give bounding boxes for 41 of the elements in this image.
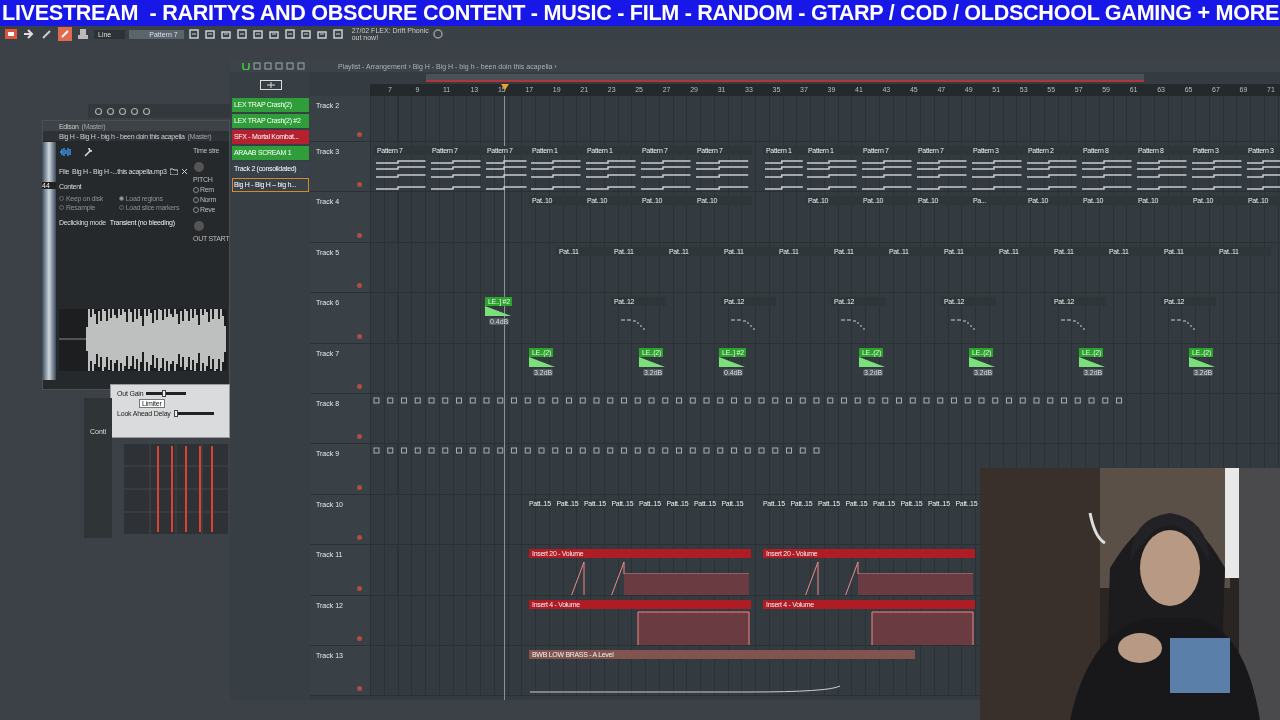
audio-waveform-drawing xyxy=(859,356,885,369)
track-dot-icon[interactable] xyxy=(357,535,362,541)
track-dot-icon[interactable] xyxy=(357,232,362,238)
note-pattern-drawing xyxy=(1169,318,1197,331)
stamp-icon[interactable] xyxy=(76,27,90,41)
note-pattern-drawing xyxy=(729,318,757,331)
track-dot-icon[interactable] xyxy=(357,383,362,389)
slider-thumb[interactable] xyxy=(173,410,178,417)
record-icon[interactable] xyxy=(4,27,18,41)
arrow-icon[interactable] xyxy=(22,27,36,41)
track-dot-icon[interactable] xyxy=(357,585,362,591)
track-dot-icon[interactable] xyxy=(357,132,362,137)
track-dot-icon[interactable] xyxy=(357,333,362,339)
track-dot-icon[interactable] xyxy=(357,182,362,188)
note-pattern-drawing xyxy=(839,318,867,331)
track-dot-icon[interactable] xyxy=(357,484,362,490)
close-icon[interactable] xyxy=(180,168,188,175)
audio-waveform-drawing xyxy=(1189,356,1215,369)
folder-icon[interactable] xyxy=(169,168,178,175)
waveform-icon[interactable] xyxy=(59,147,73,157)
audio-waveform-drawing xyxy=(485,306,511,319)
note-pattern-drawing xyxy=(619,318,647,331)
slider-thumb[interactable] xyxy=(162,390,167,397)
checkbox[interactable] xyxy=(118,196,124,201)
track-dot-icon[interactable] xyxy=(357,283,362,289)
stream-banner: LIVESTREAM - RARITYS AND OBSCURE CONTENT - MUSIC - FILM - RANDOM - GTARP / COD / OLDSCHOOL GAMING + MORE xyxy=(0,0,1280,26)
track-dot-icon[interactable] xyxy=(357,686,362,692)
link-icon[interactable] xyxy=(58,27,72,41)
audio-waveform-drawing xyxy=(719,356,745,369)
audio-waveform-drawing xyxy=(529,356,555,369)
track-dot-icon[interactable] xyxy=(357,434,362,440)
audio-waveform-drawing xyxy=(1079,356,1105,369)
audio-waveform-drawing xyxy=(639,356,665,369)
note-pattern-drawing xyxy=(1059,318,1087,331)
slider-track[interactable] xyxy=(146,392,187,395)
audio-waveform-drawing xyxy=(969,356,995,369)
pencil-icon[interactable] xyxy=(40,27,54,41)
track-dot-icon[interactable] xyxy=(357,635,362,641)
note-pattern-drawing xyxy=(949,318,977,331)
add-pattern-icon[interactable] xyxy=(259,80,282,90)
slider-track[interactable] xyxy=(173,412,214,415)
